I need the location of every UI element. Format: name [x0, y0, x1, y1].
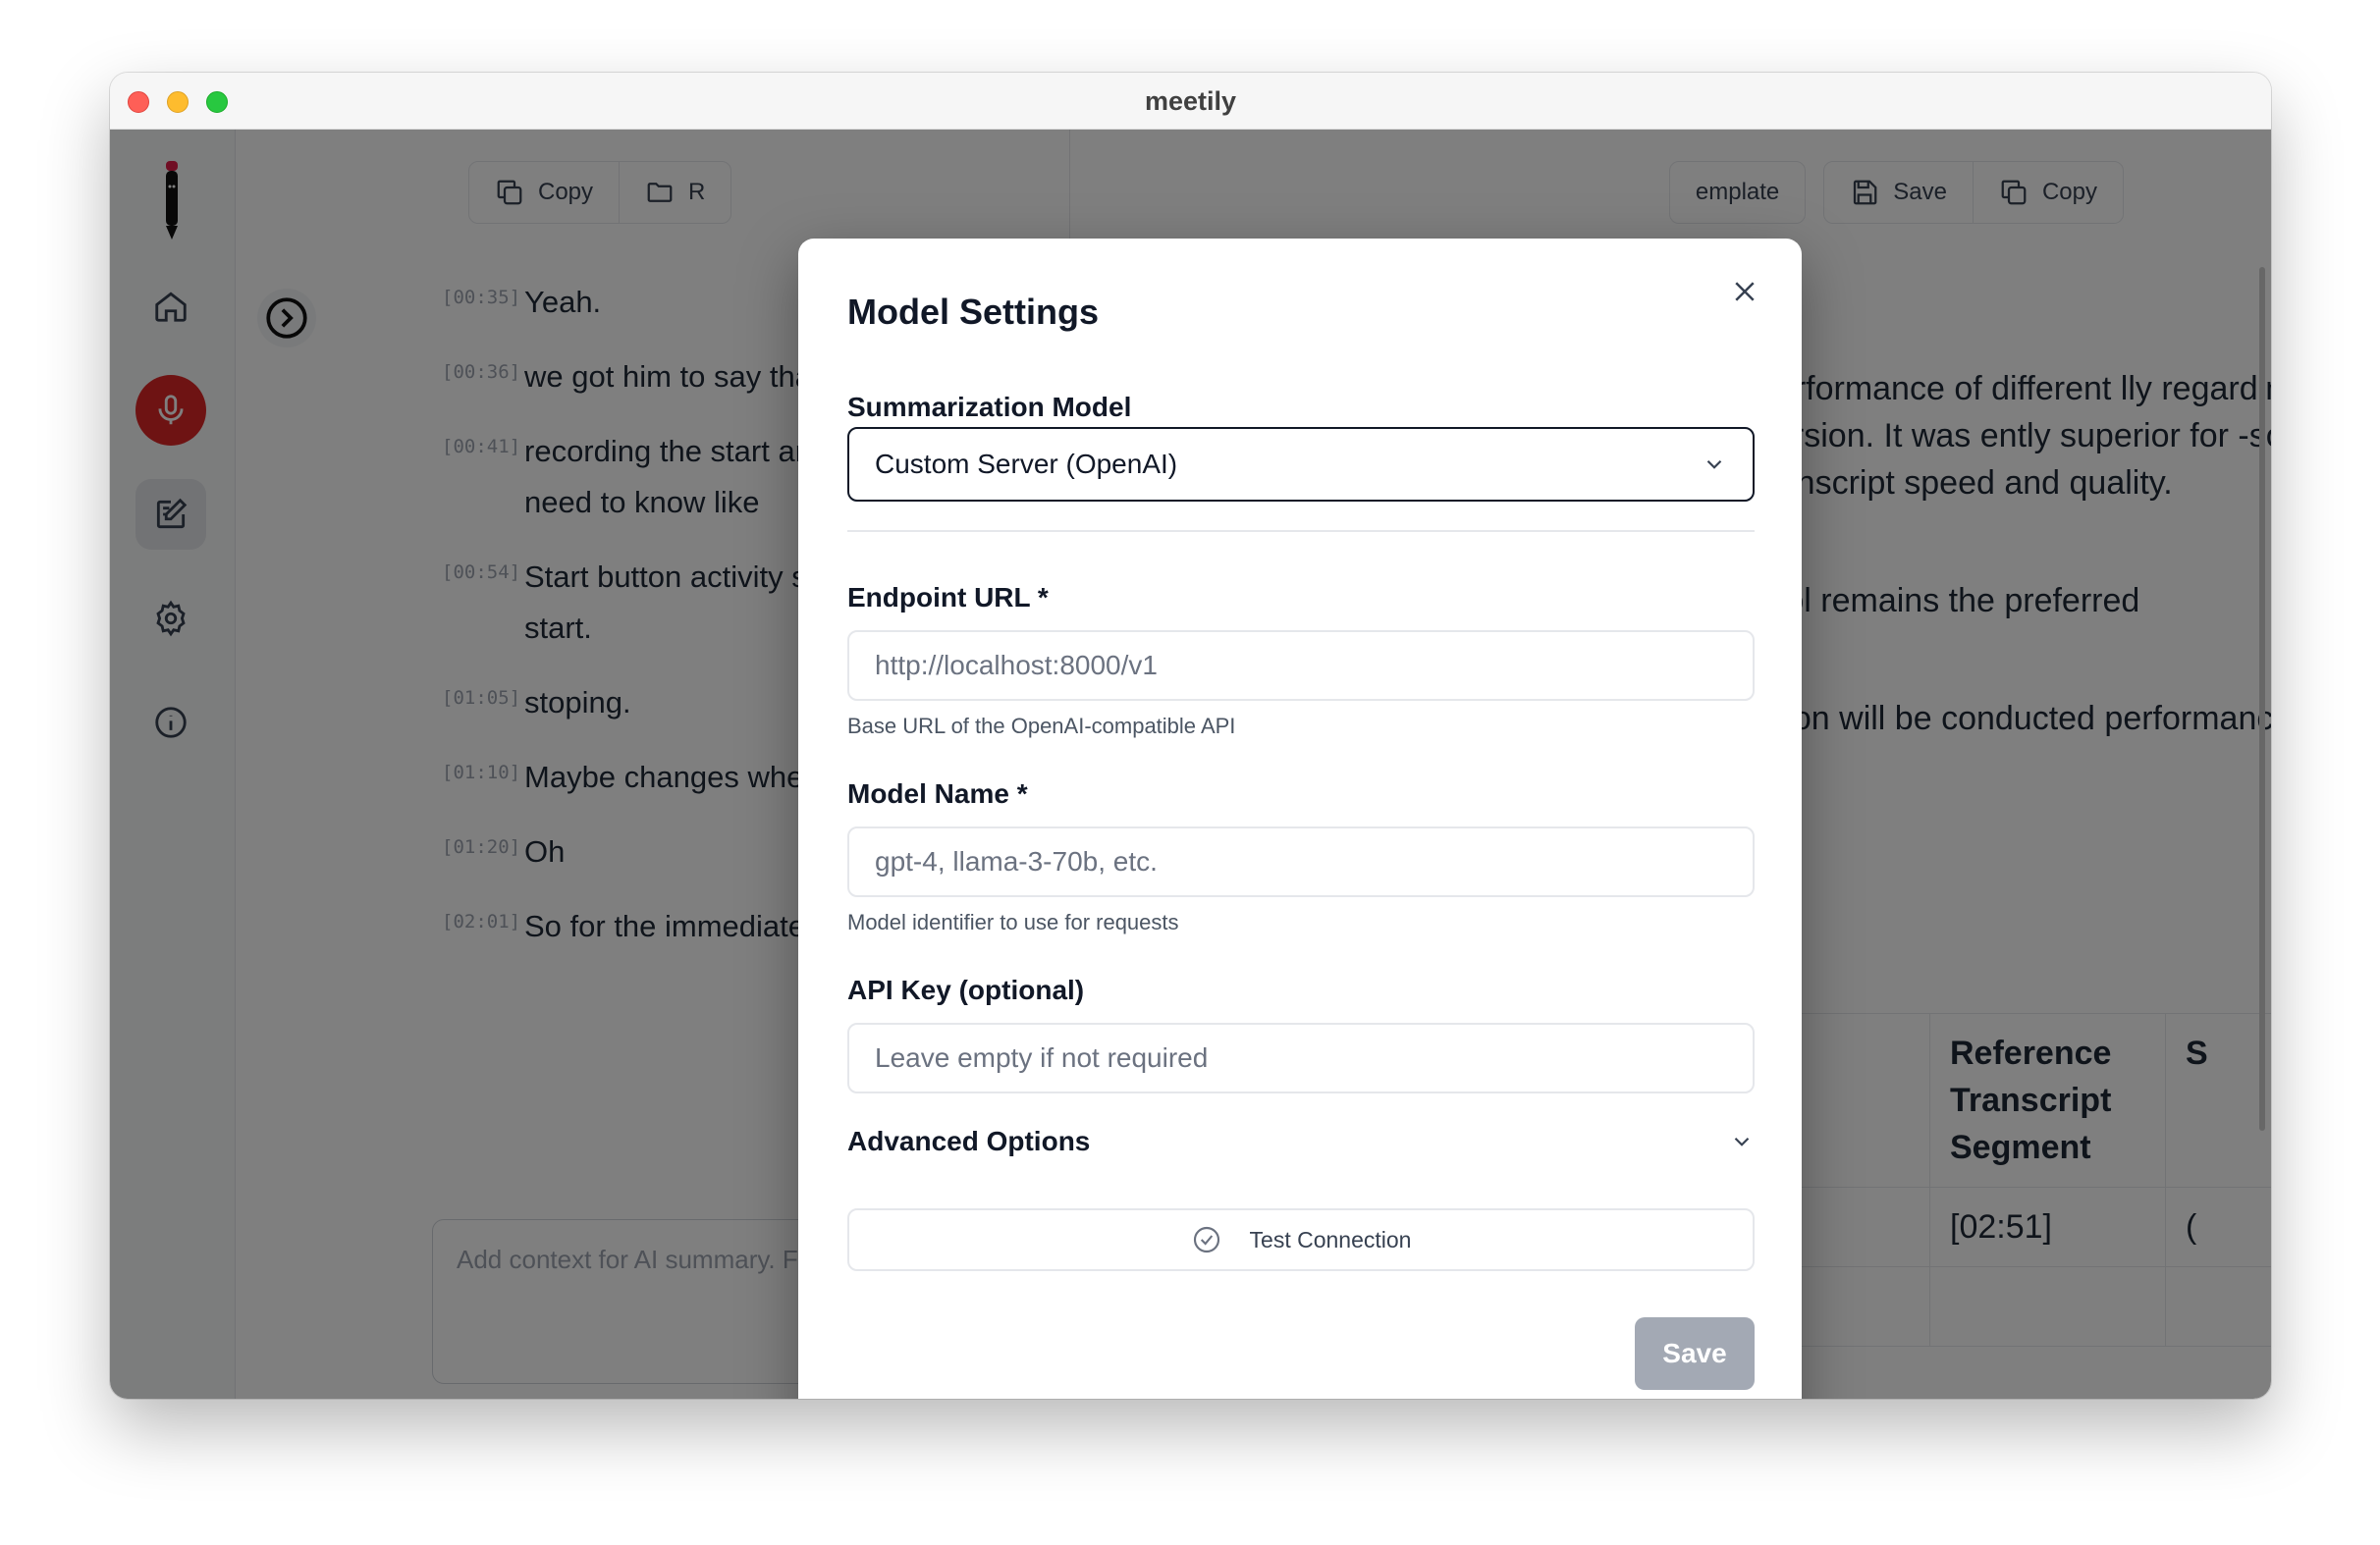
window-title: meetily: [1144, 86, 1237, 116]
test-connection-label: Test Connection: [1249, 1226, 1412, 1252]
save-settings-button[interactable]: Save: [1635, 1317, 1755, 1390]
model-name-label: Model Name *: [847, 778, 1028, 809]
endpoint-url-label: Endpoint URL *: [847, 582, 1049, 613]
close-dialog-button[interactable]: [1725, 272, 1764, 311]
dialog-title: Model Settings: [847, 292, 1100, 332]
test-connection-button[interactable]: Test Connection: [847, 1208, 1755, 1271]
chevron-down-icon: [1734, 1137, 1750, 1146]
app-window: meetily Model Settings Summarization Mod…: [110, 73, 2271, 1399]
api-key-label: API Key (optional): [847, 975, 1085, 1005]
divider: [847, 530, 1755, 532]
check-circle-icon: [1193, 1226, 1219, 1253]
model-name-hint: Model identifier to use for requests: [847, 910, 1179, 934]
summarization-model-label: Summarization Model: [847, 392, 1132, 422]
summarization-model-select[interactable]: Custom Server (OpenAI): [847, 427, 1755, 502]
title-bar: meetily: [110, 73, 2271, 130]
selected-model: Custom Server (OpenAI): [875, 449, 1178, 479]
model-settings-dialog: Model Settings Summarization Model Custo…: [798, 239, 1802, 1399]
close-icon: [1735, 282, 1755, 301]
model-name-input[interactable]: gpt-4, llama-3-70b, etc.: [847, 826, 1755, 897]
advanced-options-toggle[interactable]: Advanced Options: [847, 1126, 1755, 1157]
chevron-down-icon: [1706, 459, 1722, 469]
advanced-options-label: Advanced Options: [847, 1126, 1091, 1156]
endpoint-url-hint: Base URL of the OpenAI-compatible API: [847, 714, 1236, 738]
api-key-input[interactable]: Leave empty if not required: [847, 1023, 1755, 1093]
endpoint-url-input[interactable]: http://localhost:8000/v1: [847, 630, 1755, 701]
